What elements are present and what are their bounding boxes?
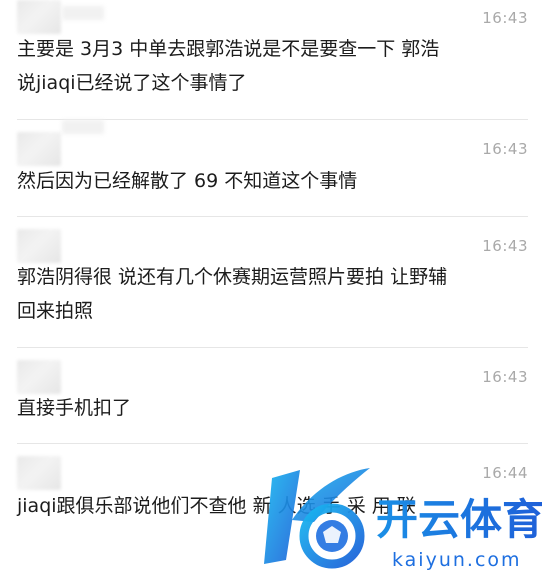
brand-cn-text: 开云体育: [376, 495, 542, 544]
avatar[interactable]: [17, 229, 61, 263]
kaiyun-k-logo-icon: [264, 468, 370, 569]
message-timestamp: 16:43: [482, 237, 528, 255]
sender-name-blurred: [62, 6, 104, 20]
brand-en-text: kaiyun.com: [392, 549, 522, 571]
message-timestamp: 16:43: [482, 140, 528, 158]
avatar[interactable]: [17, 132, 61, 166]
avatar[interactable]: [17, 360, 61, 394]
avatar[interactable]: [17, 0, 61, 34]
message-divider: [17, 443, 528, 444]
message-text[interactable]: 主要是 3月3 中单去跟郭浩说是不是要查一下 郭浩 说jiaqi已经说了这个事情…: [17, 32, 532, 100]
message-text[interactable]: 直接手机扣了: [17, 391, 532, 425]
kaiyun-watermark-logo: 开云体育 kaiyun.com: [264, 468, 542, 571]
message-timestamp: 16:43: [482, 9, 528, 27]
kaiyun-brand-text: 开云体育 kaiyun.com: [376, 495, 542, 571]
avatar[interactable]: [17, 456, 61, 490]
message-text[interactable]: 郭浩阴得很 说还有几个休赛期运营照片要拍 让野辅 回来拍照: [17, 260, 532, 328]
message-divider: [17, 216, 528, 217]
sender-name-blurred: [62, 120, 104, 134]
message-timestamp: 16:43: [482, 368, 528, 386]
message-divider: [17, 347, 528, 348]
message-text[interactable]: 然后因为已经解散了 69 不知道这个事情: [17, 164, 532, 198]
